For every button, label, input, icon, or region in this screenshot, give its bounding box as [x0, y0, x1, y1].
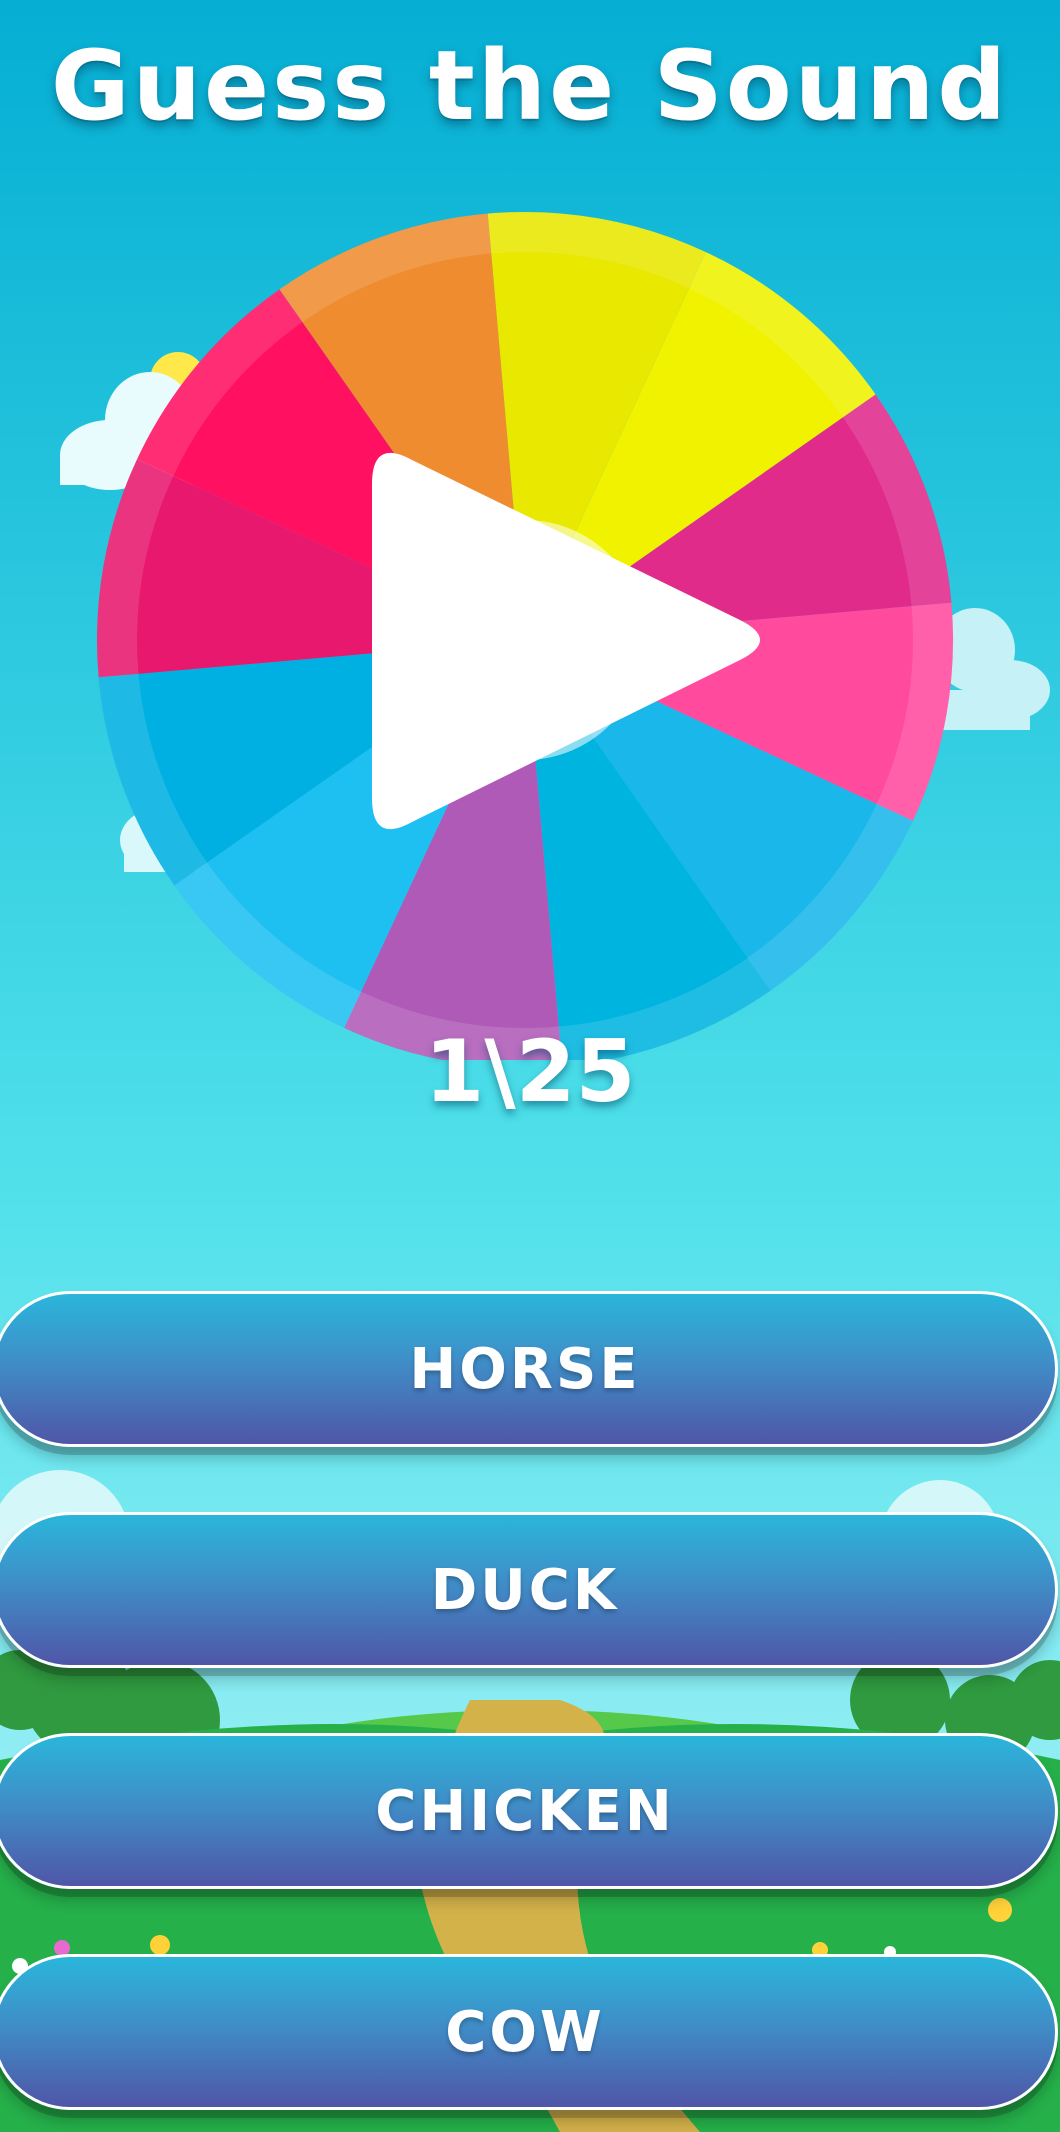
answer-label: HORSE — [409, 1336, 641, 1402]
answer-label: COW — [445, 1999, 605, 2065]
sound-wheel — [96, 211, 954, 1060]
answer-label: CHICKEN — [375, 1778, 675, 1844]
question-counter: 1\25 — [424, 1022, 636, 1122]
game-title: Guess the Sound — [50, 30, 1010, 142]
answer-label: DUCK — [430, 1557, 620, 1623]
answer-button-duck[interactable]: DUCK — [0, 1512, 1058, 1668]
answer-button-cow[interactable]: COW — [0, 1954, 1058, 2110]
answer-button-horse[interactable]: HORSE — [0, 1291, 1058, 1447]
answer-button-chicken[interactable]: CHICKEN — [0, 1733, 1058, 1889]
